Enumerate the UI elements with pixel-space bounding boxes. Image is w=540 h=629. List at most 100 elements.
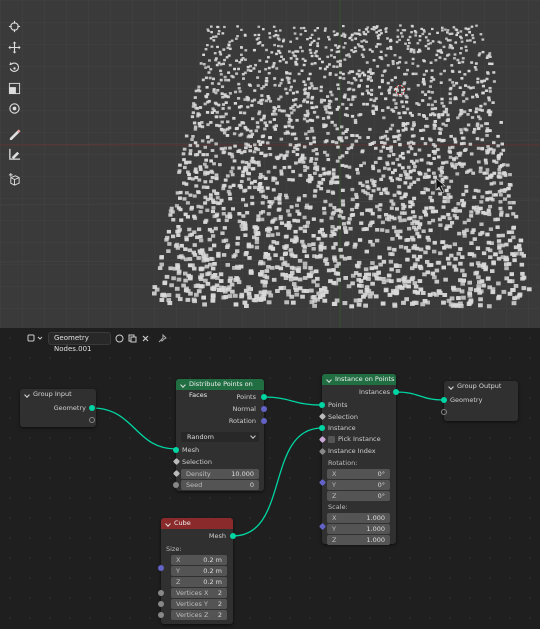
instance-cube xyxy=(292,132,297,136)
vertices-x-socket[interactable] xyxy=(158,590,164,596)
instance-cube xyxy=(240,221,245,225)
instance-cube xyxy=(486,71,490,74)
instance-cube xyxy=(365,85,369,88)
instance-cube xyxy=(330,177,335,181)
instance-cube xyxy=(492,80,496,83)
instance-cube xyxy=(496,296,501,301)
pick-instance-checkbox[interactable] xyxy=(328,436,335,443)
annotate-tool[interactable] xyxy=(5,124,24,143)
group-input-node[interactable]: Group Input Geometry xyxy=(20,389,96,427)
scale-z-label: Z xyxy=(332,536,337,544)
mesh-input-socket[interactable] xyxy=(173,447,179,453)
vertices-z-field[interactable]: Vertices Z2 xyxy=(171,610,227,620)
points-output-socket[interactable] xyxy=(261,394,267,400)
instance-on-points-node[interactable]: Instance on Points Instances Points Sele… xyxy=(318,374,399,545)
geometry-node-editor[interactable]: Geometry Nodes.001 Group Input Geometry … xyxy=(0,328,540,629)
instance-cube xyxy=(316,27,319,30)
vertices-y-socket[interactable] xyxy=(158,601,164,607)
cube-node[interactable]: Cube Mesh Size: X 0.2 m Y 0.2 m Z 0.2 m Ver… xyxy=(158,518,236,624)
instance-cube xyxy=(437,155,441,159)
points-input-socket[interactable] xyxy=(319,402,325,408)
instance-cube xyxy=(212,162,216,166)
vertices-y-field[interactable]: Vertices Y2 xyxy=(171,599,227,609)
instance-cube xyxy=(380,57,384,61)
instance-cube xyxy=(404,42,407,45)
instance-cube xyxy=(323,67,327,71)
add-cube-tool[interactable] xyxy=(5,170,24,189)
instance-cube xyxy=(298,173,303,177)
instance-cube xyxy=(308,206,312,210)
measure-tool[interactable] xyxy=(5,145,24,164)
scale-tool[interactable] xyxy=(5,79,24,98)
rotation-output-socket[interactable] xyxy=(261,418,267,424)
instance-cube xyxy=(293,276,298,281)
seed-field[interactable]: Seed 0 xyxy=(181,480,259,490)
instance-cube xyxy=(360,53,364,56)
instance-cube xyxy=(232,266,237,270)
instance-cube xyxy=(288,72,292,75)
instance-cube xyxy=(272,118,276,121)
instance-cube xyxy=(355,72,359,76)
group-output-node[interactable]: Group Output Geometry xyxy=(441,381,518,421)
3d-viewport[interactable] xyxy=(0,0,540,328)
instance-cube xyxy=(203,162,207,166)
vertices-x-field[interactable]: Vertices X2 xyxy=(171,588,227,598)
rotation-z-field[interactable]: Z 0° xyxy=(327,491,390,501)
instance-cube xyxy=(323,171,328,175)
instance-cube xyxy=(377,37,380,40)
density-field[interactable]: Density 10.000 xyxy=(181,469,259,479)
vertices-z-label: Vertices Z xyxy=(176,611,209,619)
rotate-tool[interactable] xyxy=(5,58,24,77)
instance-cube xyxy=(312,87,316,90)
instance-cube xyxy=(426,238,431,242)
instances-output-socket[interactable] xyxy=(393,389,399,395)
instance-cube xyxy=(498,200,503,204)
scale-y-field[interactable]: Y 1.000 xyxy=(327,524,390,534)
instance-cube xyxy=(498,206,503,211)
instance-cube xyxy=(384,190,389,195)
scale-x-field[interactable]: X 1.000 xyxy=(327,513,390,523)
instance-cube xyxy=(302,229,307,233)
instance-cube xyxy=(291,178,295,182)
size-x-field[interactable]: X 0.2 m xyxy=(171,555,227,565)
normal-output-socket[interactable] xyxy=(261,406,267,412)
instance-cube xyxy=(243,98,247,101)
empty-input-socket[interactable] xyxy=(441,409,447,415)
geometry-input-socket[interactable] xyxy=(441,397,447,403)
instance-cube xyxy=(305,136,310,140)
instance-cube xyxy=(341,216,346,220)
instance-cube xyxy=(418,35,422,38)
move-tool[interactable] xyxy=(5,38,24,57)
distribute-mode-select[interactable]: Random xyxy=(181,432,259,442)
instance-cube xyxy=(488,204,493,209)
size-y-field[interactable]: Y 0.2 m xyxy=(171,566,227,576)
seed-input-socket[interactable] xyxy=(173,482,179,488)
instance-cube xyxy=(246,65,250,69)
mesh-output-socket[interactable] xyxy=(230,533,236,539)
instance-cube xyxy=(239,132,244,136)
geometry-output-socket[interactable] xyxy=(89,405,95,411)
instance-cube xyxy=(182,197,187,201)
instance-cube xyxy=(357,283,362,288)
instance-input-socket[interactable] xyxy=(319,425,325,431)
transform-tool[interactable] xyxy=(5,99,24,118)
cursor-tool[interactable] xyxy=(5,17,24,36)
instance-cube xyxy=(210,266,216,271)
vertices-z-socket[interactable] xyxy=(158,612,164,618)
instance-cube xyxy=(257,186,262,190)
rotation-x-field[interactable]: X 0° xyxy=(327,469,390,479)
rotation-y-field[interactable]: Y 0° xyxy=(327,480,390,490)
size-z-field[interactable]: Z 0.2 m xyxy=(171,577,227,587)
instance-cube xyxy=(307,130,311,133)
distribute-points-node[interactable]: Distribute Points on Faces Points Normal… xyxy=(172,379,267,491)
instance-cube xyxy=(324,123,328,127)
instance-cube xyxy=(302,63,306,67)
instance-cube xyxy=(276,34,280,37)
instance-cube xyxy=(448,101,452,105)
instance-cube xyxy=(491,261,496,266)
instance-cube xyxy=(256,125,260,129)
scale-z-field[interactable]: Z 1.000 xyxy=(327,535,390,545)
empty-output-socket[interactable] xyxy=(89,417,95,423)
size-input-socket[interactable] xyxy=(158,565,164,571)
instance-cube xyxy=(401,300,406,305)
